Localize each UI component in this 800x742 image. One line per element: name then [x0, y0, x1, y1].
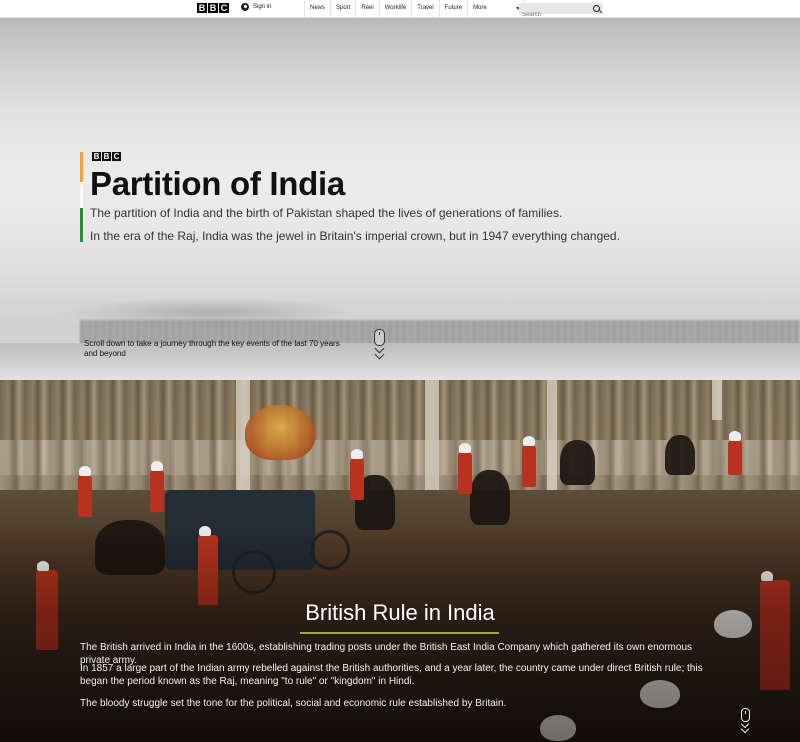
logo-letter: B	[102, 152, 111, 161]
british-rule-section: British Rule in India The British arrive…	[0, 380, 800, 742]
search-box	[519, 3, 603, 21]
sign-in-link[interactable]: Sign in	[241, 3, 271, 11]
search-icon[interactable]	[593, 5, 600, 12]
nav-link-future[interactable]: Future	[438, 0, 467, 17]
section-paragraph: In 1857 a large part of the Indian army …	[80, 663, 703, 687]
chevron-down-icon	[740, 724, 750, 734]
nav-link-reel[interactable]: Reel	[355, 0, 378, 17]
logo-letter: C	[112, 152, 121, 161]
hero-bbc-logo: B B C	[92, 152, 121, 161]
nav-more-label: More	[473, 5, 487, 11]
accent-green	[80, 208, 83, 242]
sign-in-label: Sign in	[253, 4, 272, 10]
title-underline	[300, 632, 499, 634]
logo-letter: B	[92, 152, 101, 161]
top-navigation-bar: B B C Sign in News Sport Reel Worklife T…	[0, 0, 800, 21]
hero-second-paragraph: In the era of the Raj, India was the jew…	[90, 229, 620, 243]
accent-white	[80, 182, 83, 208]
bbc-logo[interactable]: B B C	[197, 3, 229, 13]
tricolour-accent-bar	[80, 152, 83, 242]
chevron-down-icon	[374, 349, 385, 360]
hero-intro-paragraph: The partition of India and the birth of …	[90, 206, 563, 220]
scroll-prompt-text: Scroll down to take a journey through th…	[84, 339, 340, 358]
hero-section: B B C Partition of India The partition o…	[0, 17, 800, 380]
search-input[interactable]	[519, 9, 590, 21]
nav-link-travel[interactable]: Travel	[411, 0, 438, 17]
accent-saffron	[80, 152, 83, 182]
nav-link-sport[interactable]: Sport	[330, 0, 355, 17]
user-icon	[241, 3, 249, 11]
nav-link-news[interactable]: News	[304, 0, 330, 17]
section-paragraph: The bloody struggle set the tone for the…	[80, 698, 507, 709]
scroll-down-indicator[interactable]	[373, 329, 385, 360]
nav-link-worklife[interactable]: Worklife	[378, 0, 412, 17]
section-title: British Rule in India	[305, 600, 495, 625]
nav-more-dropdown[interactable]: More	[467, 0, 526, 17]
nav-links: News Sport Reel Worklife Travel Future M…	[304, 0, 526, 17]
logo-letter: C	[219, 3, 229, 13]
scroll-down-indicator[interactable]	[740, 708, 751, 738]
logo-letter: B	[208, 3, 218, 13]
page-title: Partition of India	[90, 165, 345, 202]
logo-letter: B	[197, 3, 207, 13]
